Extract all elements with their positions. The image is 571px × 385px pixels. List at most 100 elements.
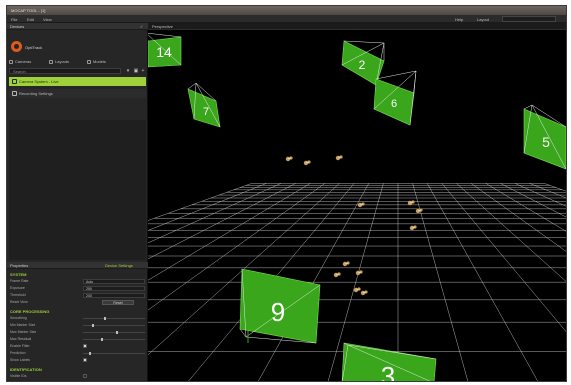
camera-id-label: 2	[359, 58, 366, 72]
camera-id-label: 5	[542, 134, 550, 150]
menu-edit[interactable]: Edit	[27, 17, 34, 22]
property-row: Max Residual	[10, 337, 146, 343]
section-title: SYSTEM	[10, 272, 27, 277]
property-row: Smoothing	[10, 316, 146, 322]
slider-knob[interactable]	[89, 352, 91, 355]
devices-panel-title: Devices	[10, 24, 25, 29]
property-row: Threshold 200	[10, 293, 146, 299]
property-value-field[interactable]: 200	[83, 293, 145, 298]
property-label: Reset View	[10, 300, 28, 304]
camera-frustum-line	[375, 70, 417, 80]
section-title: CORE PROCESSING	[10, 309, 50, 314]
property-row: Reset View Reset	[10, 300, 146, 306]
property-label: Show Labels	[10, 358, 31, 362]
section-title: IDENTIFICATION	[10, 367, 42, 372]
properties-panel-header: Properties Device Settings	[7, 262, 148, 269]
slider-knob[interactable]	[101, 338, 103, 341]
menu-help[interactable]: Help	[455, 17, 463, 22]
menu-view[interactable]: View	[43, 17, 52, 22]
camera-group: 14 2 7 6 5 9 3	[148, 32, 566, 382]
tab-cameras[interactable]: Cameras	[9, 59, 31, 66]
slider-knob[interactable]	[92, 324, 94, 327]
tab-layouts[interactable]: Layouts	[49, 59, 69, 66]
property-label: Threshold	[10, 293, 26, 297]
property-label: Enable Filter	[10, 344, 30, 348]
add-icon[interactable]: +	[140, 68, 146, 74]
device-icon	[12, 79, 17, 84]
scene-canvas[interactable]: 14 2 7 6 5 9 3	[148, 23, 567, 382]
title-bar: MOCAP TOOL - [1]	[7, 6, 566, 15]
property-label: Visible IDs	[10, 374, 27, 378]
app-name: OptiTrack	[25, 45, 43, 50]
property-checkbox[interactable]	[83, 344, 87, 348]
search-row: Search ▾ ▣ +	[9, 68, 146, 74]
properties-title: Properties	[10, 263, 29, 268]
app-window: MOCAP TOOL - [1] File Edit View Help Lay…	[6, 5, 567, 382]
folder-icon[interactable]: ▣	[133, 68, 139, 74]
property-checkbox[interactable]	[83, 358, 87, 362]
property-row: Min Marker Size	[10, 323, 146, 329]
property-label: Exposure	[10, 286, 25, 290]
list-item-label: Recording Settings	[19, 91, 53, 96]
property-label: Prediction	[10, 351, 26, 355]
property-row: Prediction	[10, 351, 146, 357]
list-item-label: Camera System - Live	[19, 79, 59, 84]
property-slider[interactable]	[83, 324, 145, 327]
property-row: Max Marker Size	[10, 330, 146, 336]
search-input[interactable]: Search	[9, 68, 121, 74]
property-label: Max Marker Size	[10, 330, 37, 334]
app-logo-icon	[11, 41, 22, 52]
property-slider[interactable]	[83, 352, 145, 355]
property-label: Frame Rate	[10, 279, 29, 283]
property-row: Frame Rate Auto	[10, 279, 146, 285]
property-label: Max Residual	[10, 337, 32, 341]
camera-frustum-line	[187, 82, 197, 90]
settings-icon	[12, 91, 17, 96]
camera-frustum-line	[523, 104, 533, 110]
camera-id-label: 3	[381, 361, 395, 382]
slider-knob[interactable]	[104, 317, 106, 320]
search-placeholder: Search	[13, 69, 26, 74]
menu-layout[interactable]: Layout	[477, 17, 489, 22]
menu-bar: File Edit View Help Layout	[7, 15, 566, 23]
layout-dropdown[interactable]	[502, 16, 556, 22]
property-label: Min Marker Size	[10, 323, 36, 327]
layout-icon	[49, 60, 53, 64]
property-value-field[interactable]: 250	[83, 286, 145, 291]
property-slider[interactable]	[83, 317, 145, 320]
viewport-toolbar: Perspective	[148, 23, 566, 30]
property-row: Visible IDs	[10, 374, 146, 380]
viewport-title: Perspective	[152, 24, 173, 29]
sidebar: Devices ✓ OptiTrack Cameras Layouts Mode…	[7, 23, 148, 381]
sidebar-tabs: Cameras Layouts Models	[9, 59, 146, 66]
camera-frustum-line	[343, 40, 385, 44]
camera-frustum-line	[148, 32, 182, 38]
model-icon	[87, 60, 91, 64]
camera-icon	[9, 60, 13, 64]
marker-cloud	[285, 155, 423, 296]
property-slider[interactable]	[83, 338, 145, 341]
property-label: Smoothing	[10, 316, 27, 320]
property-value-field[interactable]: Auto	[83, 279, 145, 284]
property-row: Exposure 250	[10, 286, 146, 292]
camera-id-label: 7	[203, 106, 209, 118]
tab-cameras-label: Cameras	[15, 59, 32, 64]
window-title: MOCAP TOOL - [1]	[11, 8, 46, 13]
camera-id-label: 6	[391, 98, 397, 110]
property-checkbox[interactable]	[83, 374, 87, 378]
menu-file[interactable]: File	[11, 17, 17, 22]
slider-knob[interactable]	[116, 331, 118, 334]
list-item-recording-settings[interactable]: Recording Settings	[9, 89, 146, 98]
camera-id-label: 9	[271, 297, 285, 327]
check-icon[interactable]: ✓	[140, 24, 145, 29]
property-row: Show Labels	[10, 358, 146, 364]
property-slider[interactable]	[83, 331, 145, 334]
camera-id-label: 14	[156, 44, 172, 60]
tab-models[interactable]: Models	[87, 59, 106, 66]
3d-viewport[interactable]: 14 2 7 6 5 9 3 Perspective	[148, 23, 567, 382]
filter-icon[interactable]: ▾	[125, 68, 131, 74]
property-button[interactable]: Reset	[102, 300, 134, 305]
devices-panel-header: Devices ✓	[7, 23, 148, 30]
list-item-camera-system[interactable]: Camera System - Live	[9, 77, 146, 86]
property-row: Enable Filter	[10, 344, 146, 350]
